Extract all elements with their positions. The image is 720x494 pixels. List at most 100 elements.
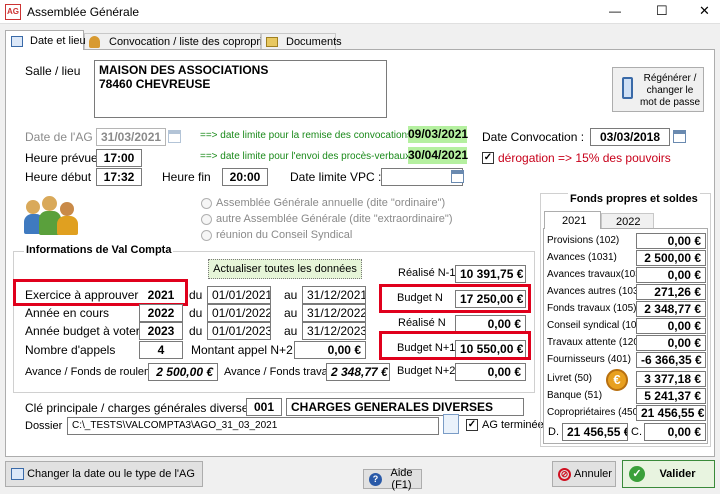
annee-budget-year[interactable]: 2023 — [139, 322, 183, 340]
exercice-from[interactable]: 01/01/2021 — [207, 286, 271, 304]
fonds-row-label: Livret (50) — [547, 373, 593, 384]
cle-code[interactable]: 001 — [246, 398, 282, 416]
annee-cours-au: au — [284, 306, 298, 320]
fonds-tab-2021[interactable]: 2021 — [544, 211, 601, 229]
annee-cours-label: Année en cours — [25, 306, 110, 320]
tab-convocation[interactable]: Convocation / liste des copropriétaires — [84, 33, 295, 50]
fonds-tab-label: 2021 — [562, 215, 587, 227]
salle-line1: MAISON DES ASSOCIATIONS — [99, 63, 269, 77]
avance-roulement-field[interactable]: 2 500,00 € — [148, 363, 218, 381]
minimize-button[interactable]: — — [609, 4, 621, 18]
fonds-row-value: 271,26 € — [636, 284, 706, 300]
budget-n-highlight — [379, 284, 531, 313]
regenerate-label: Régénérer / changer le mot de passe — [639, 73, 701, 108]
montant-appel-field[interactable]: 0,00 € — [294, 341, 366, 359]
nb-appels-field[interactable]: 4 — [139, 341, 183, 359]
radio-ag-ordinaire[interactable] — [201, 198, 212, 209]
budget-n1-highlight — [379, 331, 531, 360]
fonds-row-label: Avances (1031) — [547, 252, 617, 263]
regenerate-password-button[interactable]: Régénérer / changer le mot de passe — [612, 67, 704, 112]
ag-terminee-label: AG terminée — [482, 419, 544, 431]
annee-budget-du: du — [189, 324, 203, 338]
cancel-icon: ⊘ — [558, 468, 571, 481]
valider-label: Valider — [659, 468, 696, 480]
heure-debut-label: Heure début — [25, 170, 92, 184]
heure-debut-field[interactable]: 17:32 — [96, 168, 142, 186]
cle-name[interactable]: CHARGES GENERALES DIVERSES — [286, 398, 524, 416]
maximize-button[interactable]: ☐ — [656, 3, 668, 19]
fonds-row-label: Provisions (102) — [547, 235, 620, 246]
fonds-row-value: 3 377,18 € — [636, 371, 706, 387]
date-envoi: 30/04/2021 — [408, 147, 469, 164]
tab-documents[interactable]: Documents — [261, 33, 342, 50]
fonds-row-value: -6 366,35 € — [636, 352, 706, 368]
window-title: Assemblée Générale — [27, 5, 140, 19]
dossier-browse-button[interactable] — [443, 414, 459, 434]
budget-n2-field[interactable]: 0,00 € — [455, 363, 526, 381]
dossier-field[interactable]: C:\_TESTS\VALCOMPTA3\AGO_31_03_2021 — [67, 417, 439, 435]
realise-n1-label: Réalisé N-1 — [398, 267, 456, 279]
annee-cours-year[interactable]: 2022 — [139, 304, 183, 322]
changer-date-button[interactable]: Changer la date ou le type de l'AG — [5, 461, 203, 487]
annee-cours-from[interactable]: 01/01/2022 — [207, 304, 271, 322]
annee-cours-to[interactable]: 31/12/2022 — [302, 304, 366, 322]
annuler-label: Annuler — [574, 468, 612, 480]
realise-n1-field[interactable]: 10 391,75 € — [455, 265, 526, 283]
radio-ag-extraordinaire-label: autre Assemblée Générale (dite "extraord… — [216, 213, 453, 225]
fonds-row-label: Travaux attente (120) — [547, 337, 643, 348]
date-ag-label: Date de l'AG — [25, 130, 93, 144]
salle-line2: 78460 CHEVREUSE — [99, 77, 211, 91]
help-icon: ? — [369, 473, 382, 486]
fonds-row-value: 2 500,00 € — [636, 250, 706, 266]
actualiser-button[interactable]: Actualiser toutes les données — [208, 259, 362, 279]
salle-input[interactable]: MAISON DES ASSOCIATIONS 78460 CHEVREUSE — [94, 60, 387, 118]
tab-label: Date et lieu — [30, 35, 86, 47]
date-convocation-field[interactable]: 03/03/2018 — [590, 128, 670, 146]
note-remise: ==> date limite pour la remise des convo… — [200, 130, 423, 141]
person-icon — [89, 36, 100, 48]
radio-conseil-syndical[interactable] — [201, 230, 212, 241]
annee-budget-from[interactable]: 01/01/2023 — [207, 322, 271, 340]
people-icon — [24, 196, 80, 236]
phone-icon — [622, 77, 633, 99]
tab-date-lieu[interactable]: Date et lieu — [5, 30, 86, 50]
heure-prevue-field[interactable]: 17:00 — [96, 149, 142, 167]
heure-fin-label: Heure fin — [162, 170, 211, 184]
date-ag-field: 31/03/2021 — [96, 128, 166, 146]
date-convocation-label: Date Convocation : — [482, 130, 585, 144]
euro-coin-icon: € — [606, 369, 628, 391]
fonds-row-value: 0,00 € — [636, 233, 706, 249]
fonds-d-label: D. — [548, 426, 559, 438]
changer-date-label: Changer la date ou le type de l'AG — [27, 468, 195, 480]
avance-travaux-field[interactable]: 2 348,77 € — [326, 363, 390, 381]
annuler-button[interactable]: ⊘ Annuler — [552, 461, 616, 487]
date-vpc-calendar-icon[interactable] — [451, 170, 464, 183]
heure-prevue-label: Heure prévue — [25, 151, 98, 165]
tab-label: Documents — [286, 36, 342, 48]
fonds-row-label: Avances autres (1033) — [547, 286, 648, 297]
radio-ag-ordinaire-label: Assemblée Générale annuelle (dite "ordin… — [216, 197, 446, 209]
date-ag-calendar-icon[interactable] — [168, 130, 181, 143]
realise-n-label: Réalisé N — [398, 317, 446, 329]
aide-button[interactable]: ? Aide (F1) — [363, 467, 422, 491]
exercice-to[interactable]: 31/12/2021 — [302, 286, 366, 304]
heure-fin-field[interactable]: 20:00 — [222, 168, 268, 186]
fonds-row-value: 2 348,77 € — [636, 301, 706, 317]
derogation-label: dérogation => 15% des pouvoirs — [498, 151, 671, 165]
valider-button[interactable]: ✓ Valider — [622, 460, 715, 488]
title-bar: AG Assemblée Générale — ☐ ✕ — [0, 0, 720, 24]
date-convocation-calendar-icon[interactable] — [673, 130, 686, 143]
annee-budget-to[interactable]: 31/12/2023 — [302, 322, 366, 340]
ag-terminee-checkbox[interactable]: ✓ — [466, 419, 478, 431]
fonds-tab-2022[interactable]: 2022 — [601, 213, 654, 229]
check-icon: ✓ — [629, 466, 645, 482]
montant-appel-label: Montant appel N+2 — [191, 343, 293, 357]
fonds-d-field: 21 456,55 € — [562, 423, 628, 441]
documents-icon — [266, 37, 278, 47]
avance-travaux-label: Avance / Fonds travaux — [224, 366, 340, 378]
close-button[interactable]: ✕ — [699, 3, 710, 19]
radio-ag-extraordinaire[interactable] — [201, 214, 212, 225]
exercice-highlight — [13, 279, 188, 306]
fonds-c-label: C. — [631, 426, 642, 438]
derogation-checkbox[interactable]: ✓ — [482, 152, 494, 164]
